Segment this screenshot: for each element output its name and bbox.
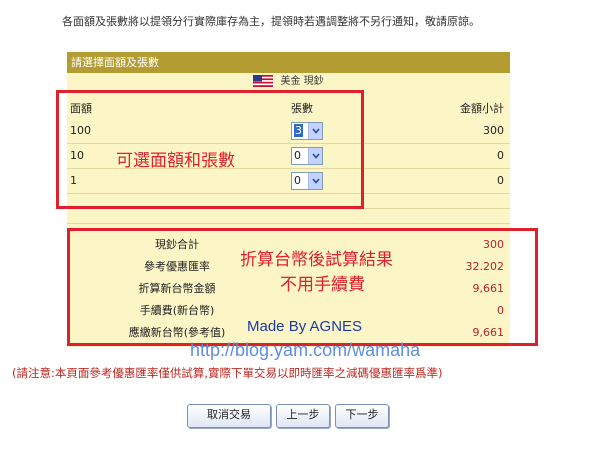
notice-text: 各面額及張數將以提領分行實際庫存為主，提領時若遇調整將不另行通知，敬請原諒。 xyxy=(62,15,480,28)
watermark-url: http://blog.yam.com/wamaha xyxy=(190,340,421,360)
spacer-row xyxy=(67,209,510,224)
currency-row: 美金 現鈔 xyxy=(67,73,510,91)
row-subtotal: 0 xyxy=(497,174,504,187)
annotation-result-line2: 不用手續費 xyxy=(280,275,365,295)
header-subtotal: 金額小計 xyxy=(460,102,504,115)
row-subtotal: 0 xyxy=(497,149,504,162)
annotation-select-note: 可選面額和張數 xyxy=(116,151,235,171)
row-subtotal: 300 xyxy=(483,124,504,137)
us-flag-icon xyxy=(253,75,274,87)
panel-title: 請選擇面額及張數 xyxy=(67,52,510,73)
next-button[interactable]: 下一步 xyxy=(335,404,389,428)
currency-label: 美金 現鈔 xyxy=(280,76,324,87)
disclaimer-text: (請注意:本頁面參考優惠匯率僅供試算,實際下單交易以即時匯率之減碼優惠匯率爲準) xyxy=(12,366,443,380)
annotation-result-line1: 折算台幣後試算結果 xyxy=(240,250,393,270)
credit-text: Made By AGNES xyxy=(247,318,363,335)
prev-button[interactable]: 上一步 xyxy=(276,404,330,428)
cancel-button[interactable]: 取消交易 xyxy=(187,404,271,428)
